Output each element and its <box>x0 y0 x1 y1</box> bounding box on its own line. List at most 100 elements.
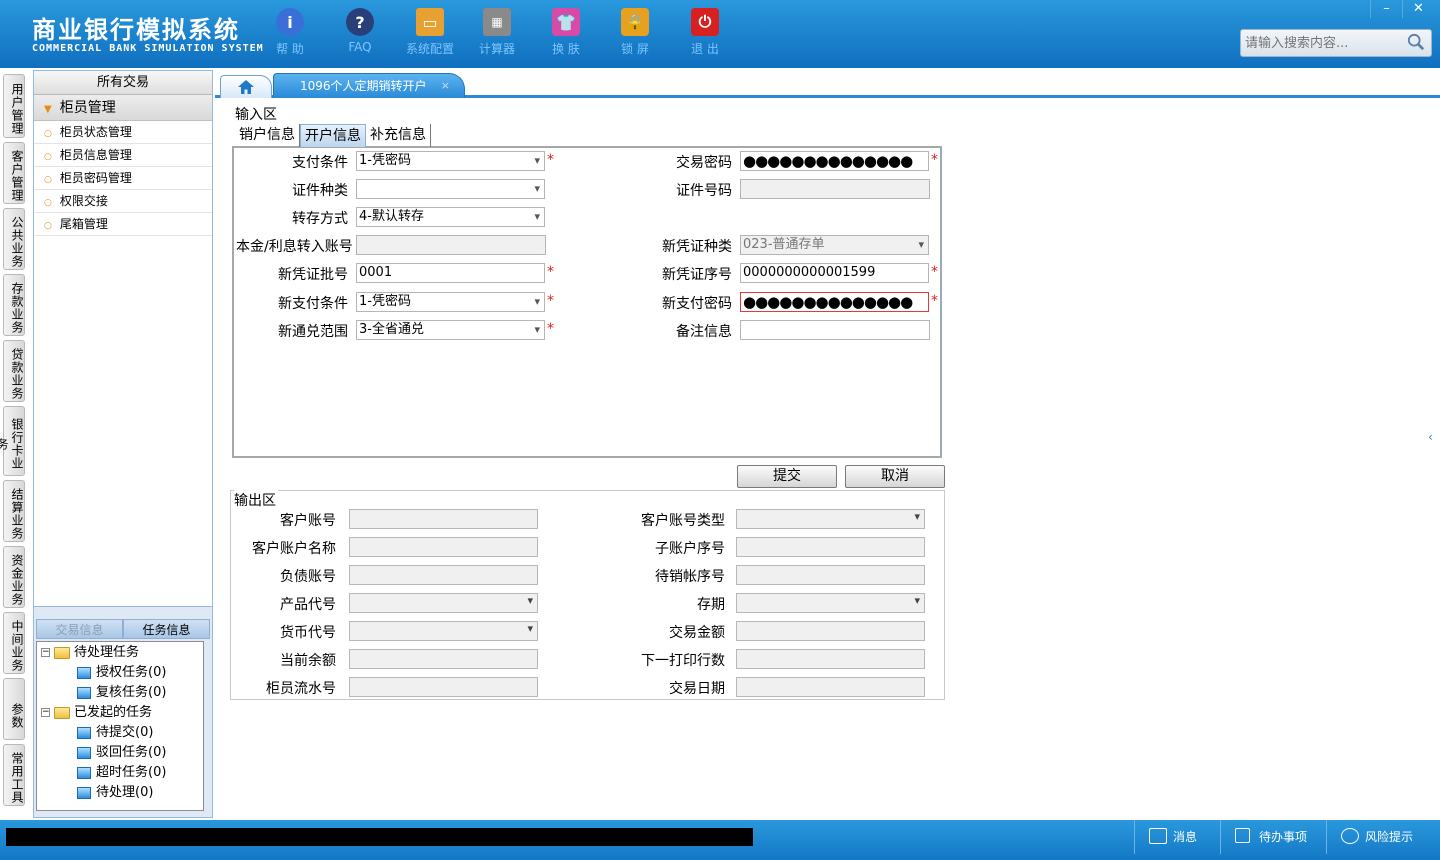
toolbox-icon: ▭ <box>416 8 444 36</box>
vtab-customer-management[interactable]: 客户管理 <box>3 142 25 204</box>
principal-interest-account-field[interactable] <box>356 235 546 255</box>
messages-label: 消息 <box>1173 830 1198 844</box>
vtab-deposit-business[interactable]: 存款业务 <box>3 274 25 336</box>
help-button[interactable]: i 帮 助 <box>260 8 320 57</box>
product-code-label: 产品代号 <box>280 597 336 613</box>
teller-management-group[interactable]: ▼ 柜员管理 <box>34 95 212 121</box>
search-icon[interactable] <box>1407 33 1425 51</box>
risk-alert-button[interactable]: 风险提示 <box>1326 820 1434 854</box>
question-icon: ? <box>346 8 374 36</box>
lock-screen-button[interactable]: 🔒 锁 屏 <box>605 8 665 57</box>
info-icon: i <box>276 8 304 36</box>
tab-1096-account-transfer[interactable]: 1096个人定期销转开户 × <box>273 73 465 98</box>
new-payment-password-field[interactable]: ●●●●●●●●●●●●●● <box>740 292 929 312</box>
tree-leaf-to-process[interactable]: 待处理(0) <box>77 783 153 803</box>
vtab-fund-business[interactable]: 资金业务 <box>3 546 25 608</box>
new-payment-condition-select[interactable]: 1-凭密码 <box>356 292 545 312</box>
collapse-icon[interactable]: − <box>41 708 50 717</box>
sidebar-item-teller-password[interactable]: ○ 柜员密码管理 <box>34 167 212 190</box>
tab-home[interactable] <box>220 75 272 98</box>
payment-condition-label: 支付条件 <box>292 155 348 171</box>
subtab-open-account-info[interactable]: 开户信息 <box>300 124 366 147</box>
search-input[interactable] <box>1241 30 1401 56</box>
transaction-date-output <box>736 677 925 697</box>
id-number-field[interactable] <box>740 179 930 199</box>
current-balance-label: 当前余额 <box>280 653 336 669</box>
close-button[interactable]: ✕ <box>1402 0 1434 18</box>
vtab-bank-card-business[interactable]: 银行卡业务 <box>0 406 25 476</box>
system-config-button[interactable]: ▭ 系统配置 <box>400 8 460 57</box>
tree-leaf-authorization[interactable]: 授权任务(0) <box>77 663 166 683</box>
faq-button[interactable]: ? FAQ <box>330 8 390 54</box>
vtab-user-management[interactable]: 用户管理 <box>3 74 25 138</box>
vtab-common-tools[interactable]: 常用工具 <box>3 744 25 806</box>
vtab-public-business[interactable]: 公共业务 <box>3 208 25 270</box>
tab-task-info[interactable]: 任务信息 <box>123 619 210 639</box>
chevron-left-icon[interactable]: ‹ <box>1428 430 1438 456</box>
subtab-supplementary-info[interactable]: 补充信息 <box>366 124 431 147</box>
tree-leaf-label: 驳回任务(0) <box>96 745 167 760</box>
tree-leaf-review[interactable]: 复核任务(0) <box>77 683 166 703</box>
tree-leaf-to-submit[interactable]: 待提交(0) <box>77 723 153 743</box>
tree-leaf-timeout[interactable]: 超时任务(0) <box>77 763 166 783</box>
remarks-field[interactable] <box>740 320 930 340</box>
output-area-label: 输出区 <box>234 490 278 510</box>
new-withdraw-scope-select[interactable]: 3-全省通兑 <box>356 320 545 340</box>
bullet-icon: ○ <box>44 175 52 185</box>
subtab-close-account-info[interactable]: 销户信息 <box>235 124 300 147</box>
tree-leaf-label: 待处理(0) <box>96 785 154 800</box>
vtab-loan-business[interactable]: 贷款业务 <box>3 340 25 402</box>
new-voucher-type-select[interactable]: 023-普通存单 <box>740 235 929 255</box>
tree-leaf-label: 授权任务(0) <box>96 665 167 680</box>
new-payment-condition-label: 新支付条件 <box>278 296 348 312</box>
transaction-amount-label: 交易金额 <box>669 625 725 641</box>
new-voucher-batch-label: 新凭证批号 <box>278 267 348 283</box>
new-voucher-serial-field[interactable]: 0000000000001599 <box>740 263 929 283</box>
vtab-settlement-business[interactable]: 结算业务 <box>3 480 25 542</box>
minimize-button[interactable]: – <box>1370 0 1402 18</box>
skin-button[interactable]: 👕 换 肤 <box>536 8 596 57</box>
tree-node-pending-tasks[interactable]: − 待处理任务 <box>41 643 139 663</box>
sidebar-item-teller-info[interactable]: ○ 柜员信息管理 <box>34 144 212 167</box>
tree-node-initiated-tasks[interactable]: − 已发起的任务 <box>41 703 152 723</box>
payment-condition-select[interactable]: 1-凭密码 <box>356 151 545 171</box>
calculator-button[interactable]: ▦ 计算器 <box>467 8 527 57</box>
skin-label: 换 肤 <box>552 42 580 56</box>
next-print-line-label: 下一打印行数 <box>641 653 725 669</box>
vtab-intermediary-business[interactable]: 中间业务 <box>3 612 25 674</box>
all-transactions-title[interactable]: 所有交易 <box>34 71 212 95</box>
vtab-parameters[interactable]: 参数 <box>3 678 25 740</box>
bullet-icon: ○ <box>44 198 52 208</box>
new-voucher-batch-field[interactable]: 0001 <box>356 263 545 283</box>
cancel-button[interactable]: 取消 <box>845 465 945 488</box>
tab-transaction-info[interactable]: 交易信息 <box>36 619 123 639</box>
todo-button[interactable]: 待办事项 <box>1220 820 1324 854</box>
module-tabs: 用户管理 客户管理 公共业务 存款业务 贷款业务 银行卡业务 结算业务 资金业务… <box>0 68 32 820</box>
messages-button[interactable]: 消息 <box>1134 820 1224 854</box>
transaction-password-field[interactable]: ●●●●●●●●●●●●●● <box>740 151 929 171</box>
task-panel-tabs: 交易信息 任务信息 <box>36 619 210 639</box>
term-output <box>736 593 925 613</box>
tree-leaf-rejected[interactable]: 驳回任务(0) <box>77 743 166 763</box>
triangle-down-icon: ▼ <box>44 104 52 115</box>
close-tab-icon[interactable]: × <box>441 74 450 98</box>
sidebar-item-label: 柜员信息管理 <box>59 148 132 162</box>
sidebar-item-teller-status[interactable]: ○ 柜员状态管理 <box>34 121 212 144</box>
pending-cancel-serial-output <box>736 565 925 585</box>
customer-account-name-output <box>349 537 538 557</box>
system-config-label: 系统配置 <box>405 42 454 56</box>
id-type-select[interactable] <box>356 179 545 199</box>
folder-icon <box>54 646 70 659</box>
task-icon <box>77 786 91 799</box>
status-bar: 消息 待办事项 风险提示 <box>0 820 1440 860</box>
rollover-mode-select[interactable]: 4-默认转存 <box>356 207 545 227</box>
transaction-date-label: 交易日期 <box>669 681 725 697</box>
exit-button[interactable]: ⏻ 退 出 <box>675 8 735 57</box>
bullet-icon: ○ <box>44 221 52 231</box>
window-controls: – ✕ <box>1370 0 1434 18</box>
currency-code-label: 货币代号 <box>280 625 336 641</box>
submit-button[interactable]: 提交 <box>737 465 837 488</box>
sidebar-item-permission-handover[interactable]: ○ 权限交接 <box>34 190 212 213</box>
collapse-icon[interactable]: − <box>41 648 50 657</box>
sidebar-item-tail-box[interactable]: ○ 尾箱管理 <box>34 213 212 236</box>
